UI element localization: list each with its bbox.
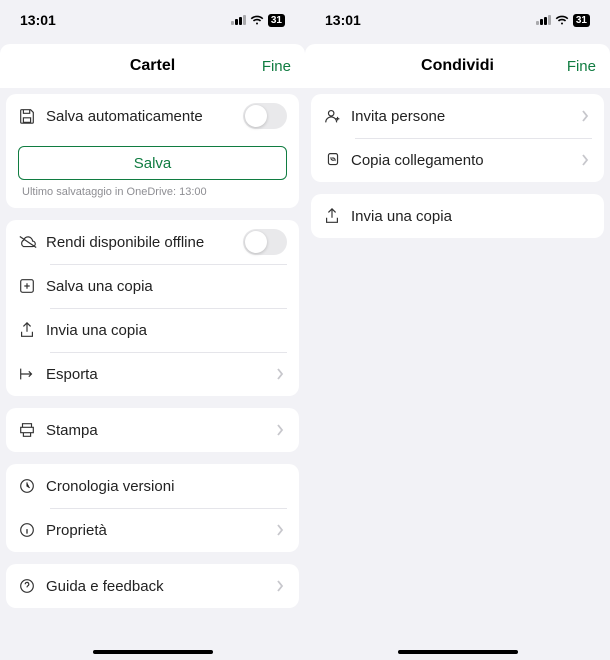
print-row[interactable]: Stampa — [18, 408, 287, 452]
wifi-icon — [250, 15, 264, 25]
autosave-toggle[interactable] — [243, 103, 287, 129]
share-icon — [323, 207, 351, 225]
chevron-right-icon — [578, 154, 592, 166]
send-copy-label: Invia una copia — [351, 208, 592, 225]
wifi-icon — [555, 15, 569, 25]
autosave-label: Salva automaticamente — [46, 108, 243, 125]
header: Cartel Fine — [0, 44, 305, 88]
statusbar: 13:01 31 — [305, 0, 610, 40]
chevron-right-icon — [273, 524, 287, 536]
share-card: Invita persone Copia collegamento — [311, 94, 604, 182]
home-indicator[interactable] — [398, 650, 518, 654]
autosave-icon — [18, 107, 46, 125]
status-icons: 31 — [231, 14, 285, 27]
help-row[interactable]: Guida e feedback — [18, 564, 287, 608]
page-title: Condividi — [421, 57, 494, 75]
history-icon — [18, 477, 46, 495]
status-icons: 31 — [536, 14, 590, 27]
info-icon — [18, 521, 46, 539]
save-button[interactable]: Salva — [18, 146, 287, 180]
chevron-right-icon — [273, 580, 287, 592]
info-card: Cronologia versioni Proprietà — [6, 464, 299, 552]
copy-link-row[interactable]: Copia collegamento — [323, 138, 592, 182]
offline-row[interactable]: Rendi disponibile offline — [18, 220, 287, 264]
invite-row[interactable]: Invita persone — [323, 94, 592, 138]
done-button[interactable]: Fine — [262, 58, 291, 75]
cloud-offline-icon — [18, 234, 46, 250]
file-actions-card: Rendi disponibile offline Salva una copi… — [6, 220, 299, 396]
save-copy-row[interactable]: Salva una copia — [18, 264, 287, 308]
battery-icon: 31 — [268, 14, 285, 27]
status-time: 13:01 — [20, 12, 56, 28]
invite-label: Invita persone — [351, 108, 578, 125]
chevron-right-icon — [273, 424, 287, 436]
offline-toggle[interactable] — [243, 229, 287, 255]
page-title: Cartel — [130, 57, 175, 75]
send-copy-row[interactable]: Invia una copia — [323, 194, 592, 238]
battery-icon: 31 — [573, 14, 590, 27]
left-screen: 13:01 31 Cartel Fine Salva automaticamen… — [0, 0, 305, 660]
signal-icon — [536, 15, 551, 25]
content: Invita persone Copia collegamento — [305, 88, 610, 256]
help-label: Guida e feedback — [46, 578, 273, 595]
help-card: Guida e feedback — [6, 564, 299, 608]
export-icon — [18, 365, 46, 383]
done-button[interactable]: Fine — [567, 58, 596, 75]
right-screen: 13:01 31 Condividi Fine Invita persone — [305, 0, 610, 660]
header: Condividi Fine — [305, 44, 610, 88]
home-indicator[interactable] — [93, 650, 213, 654]
offline-label: Rendi disponibile offline — [46, 234, 243, 251]
print-card: Stampa — [6, 408, 299, 452]
autosave-row[interactable]: Salva automaticamente — [18, 94, 287, 138]
signal-icon — [231, 15, 246, 25]
history-row[interactable]: Cronologia versioni — [18, 464, 287, 508]
history-label: Cronologia versioni — [46, 478, 287, 495]
status-time: 13:01 — [325, 12, 361, 28]
help-icon — [18, 577, 46, 595]
export-label: Esporta — [46, 366, 273, 383]
autosave-card: Salva automaticamente Salva Ultimo salva… — [6, 94, 299, 208]
save-copy-icon — [18, 277, 46, 295]
print-label: Stampa — [46, 422, 273, 439]
send-copy-row[interactable]: Invia una copia — [18, 308, 287, 352]
export-row[interactable]: Esporta — [18, 352, 287, 396]
send-copy-label: Invia una copia — [46, 322, 287, 339]
statusbar: 13:01 31 — [0, 0, 305, 40]
properties-row[interactable]: Proprietà — [18, 508, 287, 552]
save-copy-label: Salva una copia — [46, 278, 287, 295]
invite-people-icon — [323, 107, 351, 125]
share-icon — [18, 321, 46, 339]
copy-link-icon — [323, 151, 351, 169]
chevron-right-icon — [273, 368, 287, 380]
print-icon — [18, 421, 46, 439]
chevron-right-icon — [578, 110, 592, 122]
properties-label: Proprietà — [46, 522, 273, 539]
last-save-label: Ultimo salvataggio in OneDrive: 13:00 — [18, 186, 287, 208]
content: Salva automaticamente Salva Ultimo salva… — [0, 88, 305, 626]
copy-link-label: Copia collegamento — [351, 152, 578, 169]
send-card: Invia una copia — [311, 194, 604, 238]
